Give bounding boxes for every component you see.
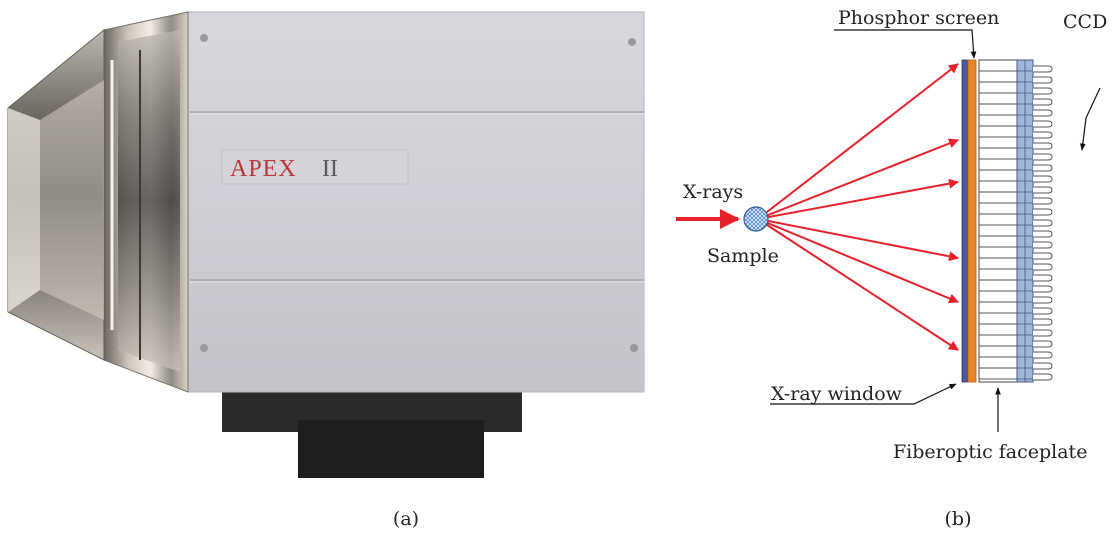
ccd-pin	[1033, 131, 1053, 139]
ccd-pin	[1033, 351, 1053, 359]
ccd-pin	[1033, 252, 1053, 260]
ccd-pin	[1033, 263, 1053, 271]
ccd-pin	[1033, 197, 1053, 205]
phosphor-screen-label: Phosphor screen	[838, 7, 999, 29]
ccd-pin	[1033, 307, 1053, 315]
ccd-pin	[1033, 318, 1053, 326]
diffracted-ray-arrow	[757, 178, 959, 220]
screw-icon	[200, 344, 208, 352]
ccd-pin	[1033, 164, 1053, 172]
xrays-label: X-rays	[683, 181, 743, 203]
panel-b-caption: (b)	[945, 508, 972, 530]
ccd-pin	[1033, 76, 1053, 84]
ccd-pin	[1033, 175, 1053, 183]
ccd-pins	[1033, 65, 1053, 381]
screw-icon	[630, 344, 638, 352]
phosphor-screen-callout	[834, 29, 977, 59]
ccd-pin	[1033, 241, 1053, 249]
cone-reflection	[40, 80, 104, 320]
ccd-pin	[1033, 362, 1053, 370]
chrome-bezel-inner	[118, 30, 180, 372]
ccd-pin	[1033, 340, 1053, 348]
fiberoptic-faceplate-label: Fiberoptic faceplate	[893, 441, 1087, 463]
sample-label: Sample	[707, 245, 779, 267]
phosphor-screen-layer	[967, 59, 977, 383]
ccd-pin	[1033, 219, 1053, 227]
mount-block	[298, 420, 484, 478]
ccd-pin	[1033, 373, 1053, 381]
xray-window-label: X-ray window	[771, 383, 903, 405]
fiberoptic-faceplate	[978, 59, 1018, 383]
diffracted-ray-arrow	[757, 218, 959, 304]
cone-front-face	[8, 108, 40, 312]
detector-housing	[187, 11, 645, 393]
figure: APEX II (a) Phosphor screen CCD X-rays S…	[0, 0, 1119, 534]
ccd-pin	[1033, 153, 1053, 161]
screw-icon	[628, 38, 636, 46]
ccd-pin	[1033, 87, 1053, 95]
ccd-pin	[1033, 142, 1053, 150]
ccd-pin	[1033, 208, 1053, 216]
panel-a-caption: (a)	[393, 508, 419, 530]
ccd-pin	[1033, 329, 1053, 337]
ccd-pin	[1033, 296, 1053, 304]
xray-window-layer	[961, 59, 969, 383]
screw-icon	[200, 34, 208, 42]
model-logo-text: II	[322, 156, 338, 182]
ccd-pin	[1033, 109, 1053, 117]
detector-schematic: Phosphor screen CCD X-rays Sample X-ray …	[676, 7, 1107, 463]
ccd-callout	[1079, 87, 1101, 151]
ccd-pin	[1033, 98, 1053, 106]
figure-canvas: APEX II (a) Phosphor screen CCD X-rays S…	[7, 7, 1107, 530]
detector-photo: APEX II	[7, 11, 645, 478]
ccd-pin	[1033, 230, 1053, 238]
ccd-pin	[1033, 65, 1053, 73]
brand-logo-text: APEX	[230, 156, 297, 182]
diffracted-ray-arrow	[757, 138, 959, 220]
ccd-pin	[1033, 120, 1053, 128]
sample-sphere	[743, 206, 769, 232]
diffracted-rays	[757, 63, 959, 351]
ccd-pin	[1033, 285, 1053, 293]
ccd-label: CCD	[1063, 11, 1107, 33]
diffracted-ray-arrow	[757, 63, 959, 220]
ccd-pin	[1033, 274, 1053, 282]
ccd-pin	[1033, 186, 1053, 194]
